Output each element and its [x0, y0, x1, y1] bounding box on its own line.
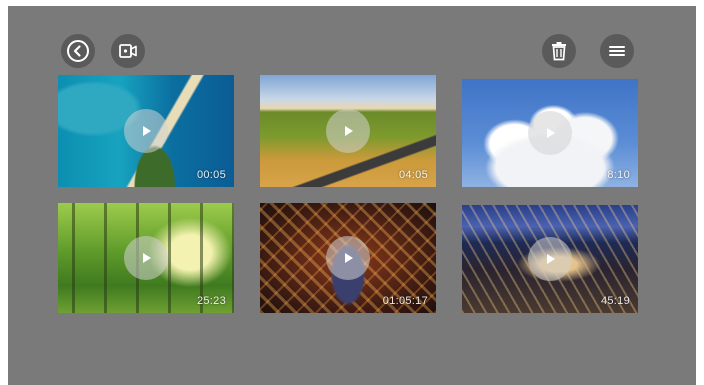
video-duration: 04:05 [398, 169, 428, 181]
menu-button[interactable] [600, 34, 634, 68]
play-icon[interactable] [528, 237, 572, 281]
hamburger-menu-icon [609, 46, 625, 56]
delete-button[interactable] [542, 34, 576, 68]
video-thumbnail[interactable]: 04:05 [260, 75, 436, 187]
gallery-screen: 00:05 04:05 8:10 25:23 01:05:17 45:19 [8, 6, 696, 385]
video-duration: 00:05 [196, 169, 226, 181]
back-circle-icon [67, 40, 89, 62]
back-button[interactable] [61, 34, 95, 68]
video-thumbnail[interactable]: 45:19 [462, 205, 638, 313]
video-thumbnail[interactable]: 8:10 [462, 79, 638, 187]
video-duration: 25:23 [196, 295, 226, 307]
record-video-button[interactable] [111, 34, 145, 68]
video-duration: 01:05:17 [382, 295, 428, 307]
video-camera-icon [119, 44, 137, 58]
video-thumbnail[interactable]: 25:23 [58, 203, 234, 313]
play-icon[interactable] [326, 236, 370, 280]
play-icon[interactable] [528, 111, 572, 155]
video-thumbnail[interactable]: 01:05:17 [260, 203, 436, 313]
play-icon[interactable] [124, 109, 168, 153]
trash-icon [552, 42, 566, 61]
video-thumbnail[interactable]: 00:05 [58, 75, 234, 187]
video-duration: 8:10 [607, 169, 630, 181]
play-icon[interactable] [326, 109, 370, 153]
video-duration: 45:19 [600, 295, 630, 307]
play-icon[interactable] [124, 236, 168, 280]
